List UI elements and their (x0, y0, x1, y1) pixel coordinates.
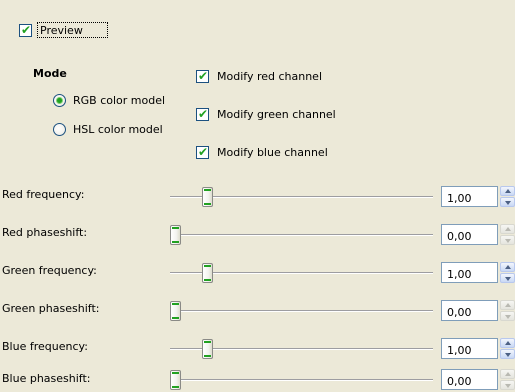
spin-up-arrow-icon[interactable] (500, 224, 515, 234)
spin-up-arrow-icon[interactable] (500, 186, 515, 196)
red-frequency-input[interactable] (441, 186, 498, 207)
modify-red-checkbox[interactable]: ✔ (196, 70, 209, 83)
modify-red-label[interactable]: Modify red channel (217, 70, 322, 83)
spin-down-arrow-icon[interactable] (500, 349, 515, 359)
green-frequency-slider-thumb[interactable] (201, 263, 213, 283)
rgb-radio-label[interactable]: RGB color model (73, 94, 165, 107)
checkmark-icon: ✔ (198, 145, 209, 159)
red-frequency-label: Red frequency: (2, 188, 85, 201)
checkmark-icon: ✔ (198, 69, 209, 83)
blue-frequency-label: Blue frequency: (2, 340, 88, 353)
blue-frequency-input[interactable] (441, 338, 498, 359)
rgb-radio[interactable] (53, 94, 66, 107)
green-frequency-input[interactable] (441, 262, 498, 283)
spin-down-arrow-icon[interactable] (500, 311, 515, 321)
blue-frequency-spinner[interactable] (500, 338, 515, 359)
preview-checkbox[interactable]: ✔ (19, 24, 32, 37)
red-phaseshift-spinner[interactable] (500, 224, 515, 245)
blue-phaseshift-track[interactable] (170, 379, 433, 381)
blue-phaseshift-slider-thumb[interactable] (170, 370, 181, 390)
checkmark-icon: ✔ (21, 23, 32, 37)
spin-up-arrow-icon[interactable] (500, 300, 515, 310)
red-frequency-slider-thumb[interactable] (201, 187, 213, 207)
green-phaseshift-slider-thumb[interactable] (170, 301, 181, 321)
blue-phaseshift-input[interactable] (441, 369, 498, 390)
blue-frequency-slider-thumb[interactable] (201, 339, 213, 359)
green-phaseshift-label: Green phaseshift: (2, 302, 100, 315)
spin-down-arrow-icon[interactable] (500, 235, 515, 245)
checkmark-icon: ✔ (198, 107, 209, 121)
blue-phaseshift-spinner[interactable] (500, 369, 515, 390)
spin-up-arrow-icon[interactable] (500, 338, 515, 348)
preview-label[interactable]: Preview (40, 24, 83, 37)
spin-down-arrow-icon[interactable] (500, 197, 515, 207)
spin-up-arrow-icon[interactable] (500, 369, 515, 379)
spin-down-arrow-icon[interactable] (500, 273, 515, 283)
modify-green-label[interactable]: Modify green channel (217, 108, 336, 121)
hsl-radio-label[interactable]: HSL color model (73, 123, 163, 136)
green-frequency-label: Green frequency: (2, 264, 97, 277)
red-phaseshift-input[interactable] (441, 224, 498, 245)
red-frequency-spinner[interactable] (500, 186, 515, 207)
red-phaseshift-label: Red phaseshift: (2, 226, 88, 239)
green-phaseshift-spinner[interactable] (500, 300, 515, 321)
channel-mixer-panel: ✔ Preview Mode RGB color model HSL color… (0, 0, 515, 392)
green-frequency-spinner[interactable] (500, 262, 515, 283)
spin-down-arrow-icon[interactable] (500, 380, 515, 390)
hsl-radio[interactable] (53, 123, 66, 136)
modify-green-checkbox[interactable]: ✔ (196, 108, 209, 121)
red-phaseshift-track[interactable] (170, 234, 433, 236)
modify-blue-checkbox[interactable]: ✔ (196, 146, 209, 159)
green-phaseshift-track[interactable] (170, 310, 433, 312)
mode-heading: Mode (33, 67, 67, 80)
modify-blue-label[interactable]: Modify blue channel (217, 146, 328, 159)
red-phaseshift-slider-thumb[interactable] (170, 225, 181, 245)
green-phaseshift-input[interactable] (441, 300, 498, 321)
spin-up-arrow-icon[interactable] (500, 262, 515, 272)
blue-phaseshift-label: Blue phaseshift: (2, 372, 91, 385)
radio-selected-dot (57, 98, 62, 103)
